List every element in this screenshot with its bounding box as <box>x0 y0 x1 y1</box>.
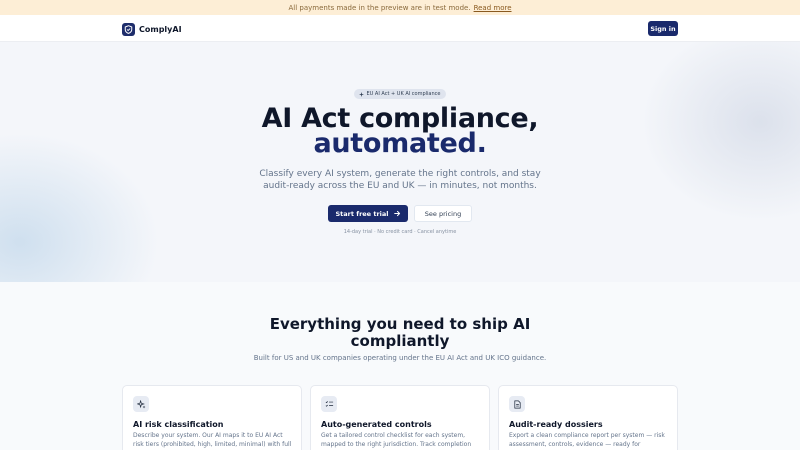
feature-card: Audit-ready dossiers Export a clean comp… <box>498 385 678 450</box>
hero-title-accent: automated. <box>313 128 487 159</box>
sparkle-icon <box>359 91 365 97</box>
feature-card: Auto-generated controls Get a tailored c… <box>310 385 490 450</box>
hero-badge-text: EU AI Act + UK AI compliance <box>366 91 441 97</box>
arrow-right-icon <box>393 210 400 217</box>
top-nav: ComplyAI Sign in <box>0 15 800 42</box>
banner-text: All payments made in the preview are in … <box>288 3 471 12</box>
start-free-trial-label: Start free trial <box>335 209 389 218</box>
feature-card-description: Describe your system. Our AI maps it to … <box>133 432 292 448</box>
trial-note: 14-day trial · No credit card · Cancel a… <box>343 229 457 235</box>
hero-subtitle: audit-ready across the EU and UK — in mi… <box>263 181 537 191</box>
sparkle-icon <box>133 396 149 412</box>
features-heading: Everything you need to ship AI <box>269 315 531 333</box>
read-more-link[interactable]: Read more <box>474 4 512 12</box>
see-pricing-button[interactable]: See pricing <box>414 205 472 222</box>
brand-name: ComplyAI <box>139 24 182 34</box>
feature-card-title: Audit-ready dossiers <box>509 420 603 429</box>
feature-card-description: Get a tailored control checklist for eac… <box>321 432 472 448</box>
feature-card-title: Auto-generated controls <box>321 420 432 429</box>
feature-card-description: Export a clean compliance report per sys… <box>509 432 665 448</box>
hero-section: EU AI Act + UK AI compliance AI Act comp… <box>0 42 800 282</box>
feature-card: AI risk classification Describe your sys… <box>122 385 302 450</box>
document-icon <box>509 396 525 412</box>
feature-card-title: AI risk classification <box>133 420 224 429</box>
checklist-icon <box>321 396 337 412</box>
features-subtitle: Built for US and UK companies operating … <box>253 354 547 362</box>
test-mode-banner: All payments made in the preview are in … <box>0 0 800 15</box>
start-free-trial-button[interactable]: Start free trial <box>328 205 408 222</box>
brand-logo-link[interactable]: ComplyAI <box>122 22 182 36</box>
features-heading: compliantly <box>350 332 450 350</box>
features-section: Everything you need to ship AI compliant… <box>0 282 800 450</box>
shield-icon <box>122 22 135 36</box>
hero-subtitle: Classify every AI system, generate the r… <box>259 169 541 179</box>
sign-in-button[interactable]: Sign in <box>648 21 678 36</box>
hero-badge: EU AI Act + UK AI compliance <box>354 89 446 99</box>
